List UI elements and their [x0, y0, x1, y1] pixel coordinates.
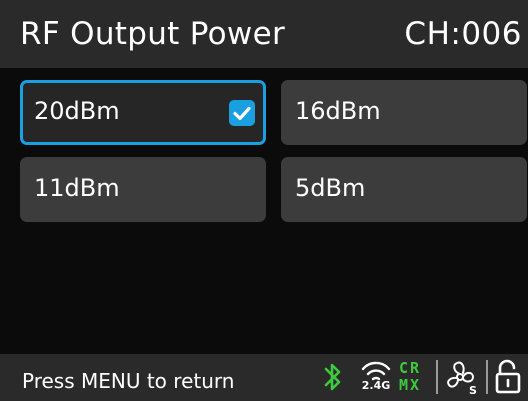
power-option-label: 5dBm: [295, 174, 366, 202]
power-option-label: 11dBm: [34, 174, 120, 202]
power-option-label: 16dBm: [295, 97, 381, 125]
return-hint: Press MENU to return: [22, 369, 235, 393]
power-option-20dbm[interactable]: 20dBm: [20, 80, 266, 145]
bluetooth-icon: [320, 360, 346, 398]
page-title: RF Output Power: [20, 16, 285, 52]
status-divider: [436, 360, 438, 394]
channel-indicator: CH:006: [404, 16, 522, 52]
power-option-5dbm[interactable]: 5dBm: [281, 157, 527, 222]
crmx-icon: CR MX: [396, 360, 432, 396]
power-option-16dbm[interactable]: 16dBm: [281, 80, 527, 145]
wireless-band-label: 2.4G: [361, 379, 391, 392]
power-option-label: 20dBm: [34, 97, 120, 125]
crmx-label-bottom: MX: [399, 376, 422, 394]
unlock-icon: [494, 358, 524, 400]
fan-icon: S: [442, 359, 482, 401]
status-bar: Press MENU to return 2.4G CR MX S: [0, 354, 528, 401]
checkmark-icon: [229, 100, 255, 126]
crmx-label-top: CR: [399, 359, 422, 377]
status-divider: [486, 360, 488, 394]
rf-output-power-screen: RF Output Power CH:006 20dBm 16dBm 11dBm…: [0, 0, 528, 401]
power-option-11dbm[interactable]: 11dBm: [20, 157, 266, 222]
title-bar: RF Output Power CH:006: [0, 0, 528, 68]
svg-text:S: S: [469, 384, 477, 397]
wireless-2.4g-icon: 2.4G: [358, 358, 394, 392]
